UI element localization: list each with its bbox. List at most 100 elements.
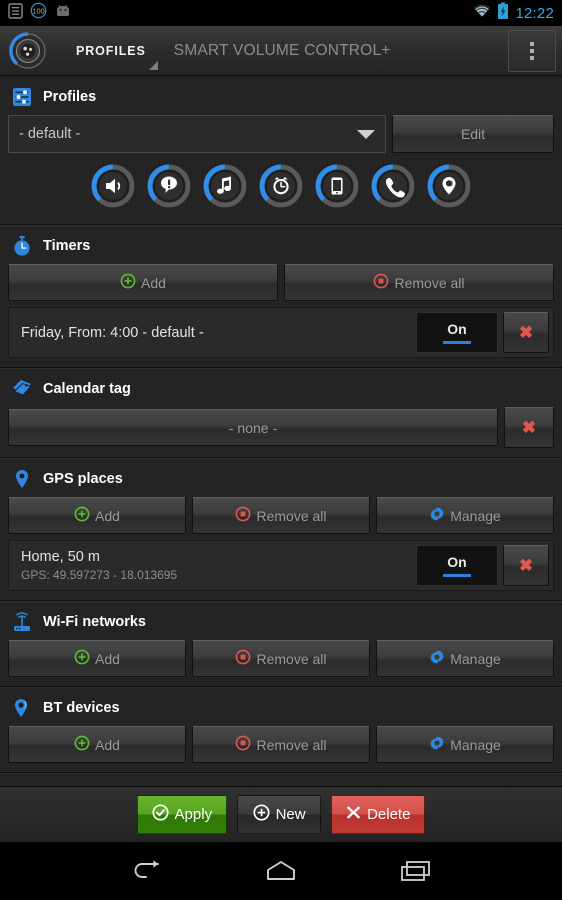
gps-toggle[interactable]: On xyxy=(416,545,498,586)
voice-assistant-icon[interactable] xyxy=(424,161,474,211)
section-header-wifi-networks: Wi-Fi networks xyxy=(8,608,554,640)
edit-profile-button[interactable]: Edit xyxy=(392,115,554,153)
stopwatch-icon xyxy=(11,235,33,257)
minus-circle-icon xyxy=(235,506,251,525)
music-note-icon[interactable] xyxy=(200,161,250,211)
section-title: Profiles xyxy=(43,89,97,105)
recents-nav-icon[interactable] xyxy=(393,849,437,893)
status-bar-left-icons: 100 xyxy=(8,2,72,24)
gps-manage-button[interactable]: Manage xyxy=(376,497,554,534)
calendar-tag-clear-button[interactable]: ✖ xyxy=(504,407,554,448)
bt-manage-button[interactable]: Manage xyxy=(376,726,554,763)
gear-icon xyxy=(429,735,445,754)
list-notification-icon xyxy=(8,2,23,24)
new-button-label: New xyxy=(275,806,306,823)
timer-item-text: Friday, From: 4:00 - default - xyxy=(21,325,416,341)
delete-button[interactable]: Delete xyxy=(331,795,426,834)
apply-button[interactable]: Apply xyxy=(136,795,228,834)
svg-text:100: 100 xyxy=(32,7,44,16)
timer-toggle[interactable]: On xyxy=(416,312,498,353)
overflow-menu-icon[interactable] xyxy=(508,30,556,72)
gps-delete-button[interactable]: ✖ xyxy=(503,545,549,586)
gps-item-subtitle: GPS: 49.597273 - 18.013695 xyxy=(21,568,178,582)
plus-circle-icon xyxy=(253,804,270,825)
profile-spinner-value: - default - xyxy=(19,126,81,142)
bt-add-button[interactable]: Add xyxy=(8,726,186,763)
tab-profiles[interactable]: PROFILES xyxy=(66,26,160,76)
bt-remove-all-button[interactable]: Remove all xyxy=(192,726,370,763)
timers-remove-all-label: Remove all xyxy=(394,274,465,291)
chevron-down-icon xyxy=(357,129,375,139)
minus-circle-icon xyxy=(373,273,389,292)
profile-volume-knobs xyxy=(8,153,554,215)
app-logo-icon[interactable] xyxy=(8,31,48,71)
timers-add-button[interactable]: Add xyxy=(8,264,278,301)
section-title: Timers xyxy=(43,238,91,254)
page-title: SMART VOLUME CONTROL+ xyxy=(173,41,391,59)
home-nav-icon[interactable] xyxy=(259,849,303,893)
toggle-indicator-bar xyxy=(443,341,471,344)
gps-manage-label: Manage xyxy=(450,507,501,524)
gps-item-text: Home, 50 m GPS: 49.597273 - 18.013695 xyxy=(21,549,416,582)
gps-action-row: Add Remove all Manage xyxy=(8,497,554,534)
back-nav-icon[interactable] xyxy=(125,849,169,893)
edit-button-label: Edit xyxy=(460,126,486,142)
section-header-calendar-tag: Calendar tag xyxy=(8,375,554,407)
section-header-timers: Timers xyxy=(8,232,554,264)
android-robot-icon xyxy=(54,4,72,23)
phone-call-icon[interactable] xyxy=(368,161,418,211)
alarm-clock-icon[interactable] xyxy=(256,161,306,211)
bt-action-row: Add Remove all Manage xyxy=(8,726,554,763)
gear-icon xyxy=(429,506,445,525)
status-bar-clock: 12:22 xyxy=(515,4,554,22)
new-button[interactable]: New xyxy=(237,795,322,834)
section-timers: Timers Add Remove all Friday, From: 4:00… xyxy=(0,225,562,368)
gear-icon xyxy=(429,649,445,668)
calendar-tag-row: - none - ✖ xyxy=(8,407,554,448)
gps-add-button[interactable]: Add xyxy=(8,497,186,534)
bottom-action-bar: Apply New Delete xyxy=(0,786,562,842)
plus-circle-icon xyxy=(74,506,90,525)
toggle-indicator-bar xyxy=(443,574,471,577)
section-wifi-networks: Wi-Fi networks Add Remove all Manage xyxy=(0,601,562,687)
timers-action-row: Add Remove all xyxy=(8,264,554,301)
bt-manage-label: Manage xyxy=(450,736,501,753)
sliders-icon xyxy=(11,86,33,108)
system-navigation-bar xyxy=(0,842,562,900)
settings-scroll-area[interactable]: Profiles - default - Edit Timers Add Rem… xyxy=(0,76,562,786)
wifi-add-button[interactable]: Add xyxy=(8,640,186,677)
phone-device-icon[interactable] xyxy=(312,161,362,211)
gps-toggle-label: On xyxy=(447,554,467,570)
section-speed-volume-mode: Speed volume mode xyxy=(0,773,562,786)
status-bar: 100 12:22 xyxy=(0,0,562,26)
profile-spinner[interactable]: - default - xyxy=(8,115,386,153)
wifi-add-label: Add xyxy=(95,650,120,667)
action-bar: PROFILES SMART VOLUME CONTROL+ xyxy=(0,26,562,76)
map-pin-icon xyxy=(11,468,33,490)
wifi-action-row: Add Remove all Manage xyxy=(8,640,554,677)
notification-alert-icon[interactable] xyxy=(144,161,194,211)
plus-circle-icon xyxy=(74,735,90,754)
list-item[interactable]: Home, 50 m GPS: 49.597273 - 18.013695 On… xyxy=(8,540,554,591)
gps-add-label: Add xyxy=(95,507,120,524)
gps-remove-all-button[interactable]: Remove all xyxy=(192,497,370,534)
overflow-dot xyxy=(530,49,534,53)
tag-icon xyxy=(11,378,33,400)
section-bt-devices: BT devices Add Remove all Manage xyxy=(0,687,562,773)
overflow-dot xyxy=(530,56,534,60)
wifi-manage-button[interactable]: Manage xyxy=(376,640,554,677)
battery-charging-icon xyxy=(497,2,509,25)
volume-speaker-icon[interactable] xyxy=(88,161,138,211)
timers-remove-all-button[interactable]: Remove all xyxy=(284,264,554,301)
calendar-tag-field[interactable]: - none - xyxy=(8,409,498,446)
list-item[interactable]: Friday, From: 4:00 - default - On ✖ xyxy=(8,307,554,358)
timer-delete-button[interactable]: ✖ xyxy=(503,312,549,353)
wifi-manage-label: Manage xyxy=(450,650,501,667)
timer-item-title: Friday, From: 4:00 - default - xyxy=(21,324,204,341)
apply-button-label: Apply xyxy=(174,806,213,823)
gps-remove-all-label: Remove all xyxy=(256,507,327,524)
wifi-remove-all-label: Remove all xyxy=(256,650,327,667)
bt-remove-all-label: Remove all xyxy=(256,736,327,753)
wifi-remove-all-button[interactable]: Remove all xyxy=(192,640,370,677)
tab-profiles-label: PROFILES xyxy=(76,43,146,58)
